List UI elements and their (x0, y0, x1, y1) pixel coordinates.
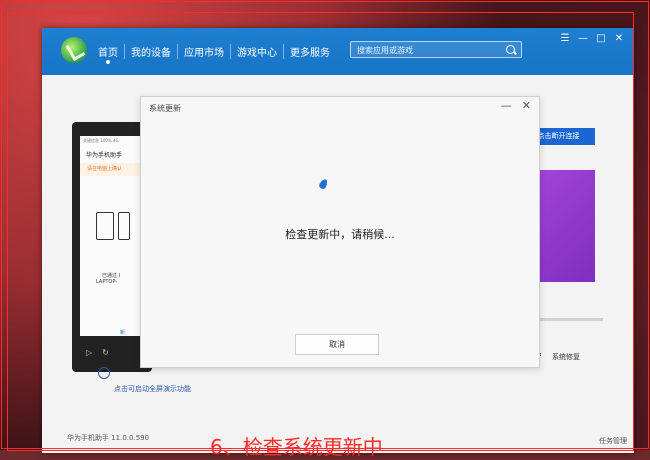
phone-play-controls[interactable]: ▷↻ (86, 348, 119, 357)
nav-home[interactable]: 首页 (92, 44, 124, 59)
step-caption: 6、检查系统更新中 (210, 435, 383, 459)
system-repair-button[interactable]: 系统修复 (552, 352, 580, 362)
phone-status-bar: 关键信息 100% 4G (83, 138, 119, 143)
cancel-button[interactable]: 取消 (295, 334, 379, 355)
main-nav: 首页 我的设备 应用市场 游戏中心 更多服务 (92, 44, 336, 59)
search-input[interactable]: 搜索应用或游戏 (350, 41, 522, 58)
version-label: 华为手机助手 11.0.0.590 (67, 434, 150, 442)
checking-update-message: 检查更新中，请稍候... (285, 228, 395, 241)
task-manager-link[interactable]: 任务管理 (599, 436, 627, 446)
dialog-title: 系统更新 (149, 104, 181, 113)
top-navigation-bar: 首页 我的设备 应用市场 游戏中心 更多服务 搜索应用或游戏 ☰ — □ ✕ (42, 28, 634, 75)
loading-spinner-icon (318, 177, 329, 191)
app-logo (61, 37, 87, 63)
phone-connected-text: 已通过 I (102, 273, 121, 279)
dialog-minimize-icon[interactable]: — (501, 99, 512, 112)
phone-screen: 关键信息 100% 4G 华为手机助手 请在电脑上确认 已通过 I LAPTOP… (80, 136, 144, 336)
phone-link[interactable]: 新 (120, 329, 125, 336)
nav-my-devices[interactable]: 我的设备 (124, 44, 177, 59)
app-window: 首页 我的设备 应用市场 游戏中心 更多服务 搜索应用或游戏 ☰ — □ ✕ 关… (42, 28, 634, 453)
phone-device-icon (96, 212, 114, 240)
phone-laptop-text: LAPTOP- (96, 279, 118, 285)
nav-game-center[interactable]: 游戏中心 (230, 44, 283, 59)
scroll-indicator (537, 318, 603, 321)
phone-app-title: 华为手机助手 (86, 152, 123, 159)
menu-icon[interactable]: ☰ (560, 33, 570, 44)
promo-card[interactable] (537, 170, 595, 282)
maximize-icon[interactable]: □ (596, 33, 606, 44)
fullscreen-demo-icon[interactable] (98, 367, 110, 379)
system-update-dialog: 系统更新 — ✕ 检查更新中，请稍候... 取消 (140, 96, 540, 368)
search-icon[interactable] (506, 45, 515, 54)
fullscreen-hint[interactable]: 点击可启动全屏演示功能 (114, 383, 194, 395)
search-placeholder: 搜索应用或游戏 (357, 46, 413, 55)
phone-notice: 请在电脑上确认 (80, 163, 144, 176)
nav-more-services[interactable]: 更多服务 (283, 44, 336, 59)
close-icon[interactable]: ✕ (614, 33, 624, 44)
dialog-close-icon[interactable]: ✕ (522, 99, 531, 112)
dialog-controls: — ✕ (501, 99, 531, 112)
minimize-icon[interactable]: — (578, 33, 588, 44)
computer-device-icon (118, 212, 130, 240)
window-controls: ☰ — □ ✕ (560, 33, 624, 44)
nav-app-market[interactable]: 应用市场 (177, 44, 230, 59)
